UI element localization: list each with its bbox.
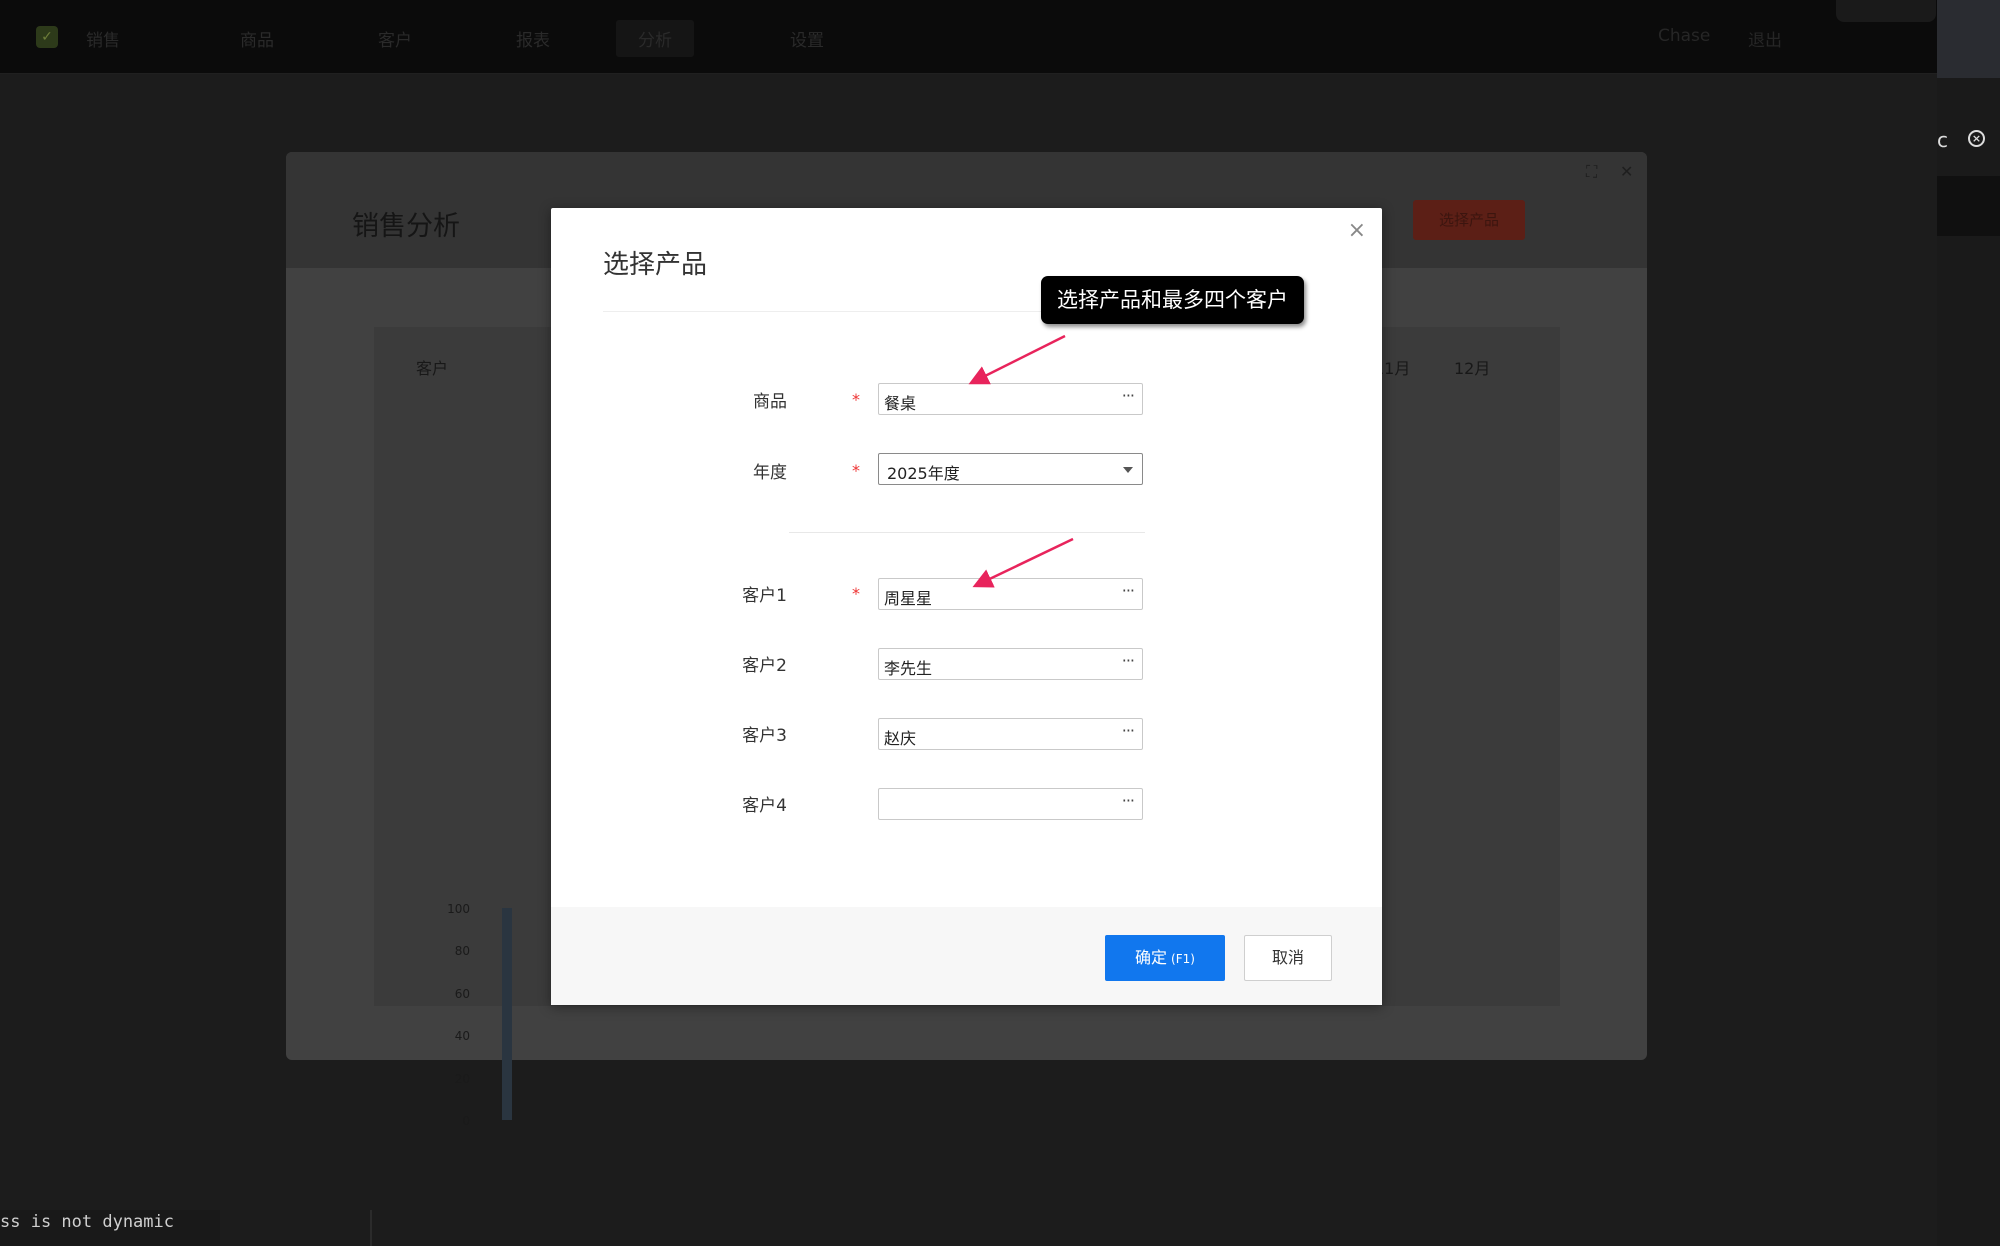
product-value: 餐桌	[884, 394, 917, 413]
select-product-dialog: 选择产品 × 商品 * 餐桌 ··· 年度 * 2025年度 客户1 * 周星星…	[551, 208, 1382, 1005]
customer2-field[interactable]: 李先生 ···	[878, 648, 1143, 680]
close-circle-icon[interactable]: ×	[1968, 130, 1985, 147]
section-divider	[789, 532, 1145, 533]
y-tick-label: 20	[454, 1072, 470, 1086]
close-icon[interactable]: ✕	[1620, 162, 1633, 181]
nav-item-reports[interactable]: 报表	[516, 26, 550, 51]
year-label: 年度	[753, 463, 787, 483]
cancel-button[interactable]: 取消	[1244, 935, 1332, 981]
customer1-field[interactable]: 周星星 ···	[878, 578, 1143, 610]
column-header-dec: 12月	[1454, 359, 1491, 378]
y-tick-label: 60	[454, 987, 470, 1001]
product-field[interactable]: 餐桌 ···	[878, 383, 1143, 415]
nav-item-analysis[interactable]: 分析	[616, 20, 694, 57]
year-value: 2025年度	[887, 464, 960, 483]
lookup-ellipsis-icon[interactable]: ···	[1122, 721, 1135, 740]
window-tab-handle	[1836, 0, 1936, 22]
required-marker: *	[852, 461, 860, 480]
nav-item-products[interactable]: 商品	[240, 26, 274, 51]
confirm-button[interactable]: 确定 (F1)	[1105, 935, 1225, 981]
customer4-label: 客户4	[742, 796, 787, 816]
title-divider	[603, 311, 1053, 312]
customer3-field[interactable]: 赵庆 ···	[878, 718, 1143, 750]
customer2-label: 客户2	[742, 656, 787, 676]
expand-icon[interactable]: ⛶	[1586, 162, 1597, 182]
year-select[interactable]: 2025年度	[878, 453, 1143, 485]
dialog-title: 选择产品	[603, 250, 708, 280]
strip-bar	[1937, 176, 2000, 236]
customer1-value: 周星星	[884, 589, 933, 608]
select-product-button[interactable]: 选择产品	[1413, 200, 1525, 240]
required-marker: *	[852, 584, 860, 603]
confirm-shortcut: (F1)	[1171, 952, 1195, 966]
y-tick-label: 40	[454, 1029, 470, 1043]
annotation-callout: 选择产品和最多四个客户	[1041, 276, 1304, 324]
app-logo-icon: ✓	[36, 26, 58, 48]
y-tick-label: 0	[462, 1114, 470, 1128]
strip-header	[1937, 0, 2000, 78]
nav-item-settings[interactable]: 设置	[790, 26, 824, 51]
terminal-line: ss is not dynamic	[0, 1212, 174, 1232]
chart-bar	[502, 908, 512, 1120]
customer1-label: 客户1	[742, 586, 787, 606]
lookup-ellipsis-icon[interactable]: ···	[1122, 651, 1135, 670]
user-name[interactable]: Chase	[1658, 26, 1710, 46]
customer4-field[interactable]: ···	[878, 788, 1143, 820]
y-tick-label: 100	[447, 902, 470, 916]
lookup-ellipsis-icon[interactable]: ···	[1122, 386, 1135, 405]
lookup-ellipsis-icon[interactable]: ···	[1122, 791, 1135, 810]
column-header-customer: 客户	[416, 359, 449, 378]
logout-link[interactable]: 退出	[1748, 26, 1782, 51]
confirm-label: 确定	[1135, 948, 1168, 967]
terminal-divider	[370, 1210, 372, 1246]
customer2-value: 李先生	[884, 659, 933, 678]
lookup-ellipsis-icon[interactable]: ···	[1122, 581, 1135, 600]
chevron-down-icon[interactable]	[1123, 467, 1133, 473]
y-tick-label: 80	[454, 944, 470, 958]
nav-item-customers[interactable]: 客户	[378, 26, 412, 51]
nav-item-sales[interactable]: 销售	[86, 26, 120, 51]
close-icon[interactable]: ×	[1348, 218, 1366, 243]
customer3-value: 赵庆	[884, 729, 917, 748]
terminal-line: ...	[0, 1238, 31, 1246]
product-label: 商品	[753, 392, 787, 412]
customer3-label: 客户3	[742, 726, 787, 746]
side-panel-strip: c ×	[1937, 0, 2000, 1246]
refresh-icon[interactable]: c	[1937, 128, 1948, 152]
required-marker: *	[852, 390, 860, 409]
top-nav-bar: ✓ 销售 商品 客户 报表 分析 设置 Chase 退出	[0, 0, 1937, 74]
panel-title: 销售分析	[352, 211, 460, 242]
